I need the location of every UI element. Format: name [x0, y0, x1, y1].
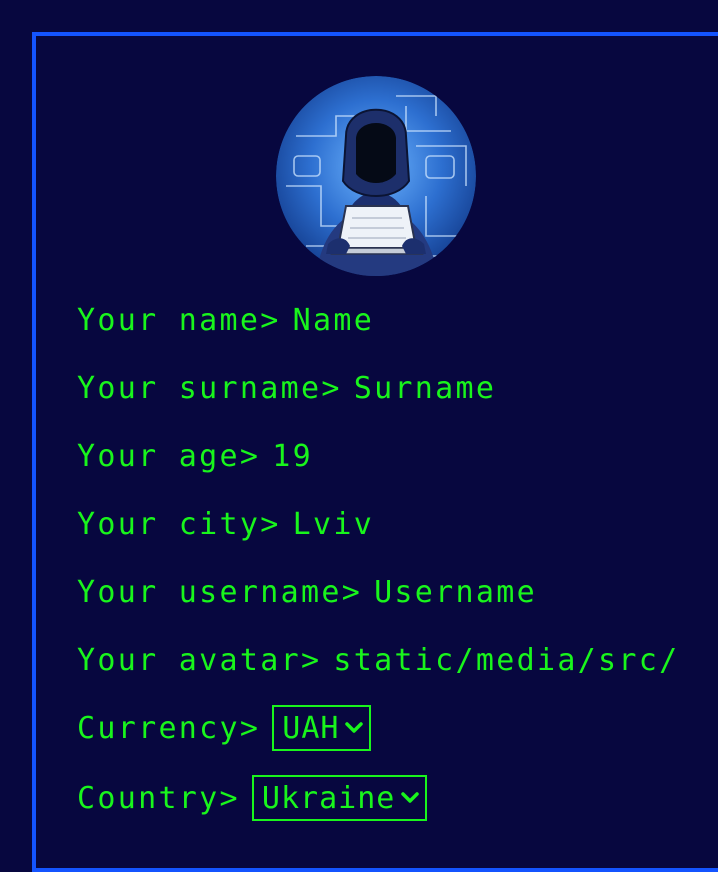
hacker-avatar-icon [276, 76, 476, 276]
surname-row: Your surname> Surname [77, 368, 496, 408]
city-label: Your city> [77, 506, 281, 542]
name-field[interactable]: Name [293, 303, 374, 338]
age-row: Your age> 19 [77, 436, 313, 476]
age-label: Your age> [77, 438, 261, 474]
country-label: Country> [77, 780, 240, 816]
age-field[interactable]: 19 [272, 439, 313, 474]
currency-select[interactable]: UAH [272, 705, 372, 751]
username-field[interactable]: Username [374, 575, 537, 610]
country-select[interactable]: Ukraine [251, 775, 428, 821]
currency-label: Currency> [77, 710, 261, 746]
chevron-down-icon [345, 722, 364, 733]
surname-label: Your surname> [77, 370, 342, 406]
avatar-row: Your avatar> static/media/src/s [77, 640, 679, 680]
name-row: Your name> Name [77, 300, 374, 340]
username-row: Your username> Username [77, 572, 537, 612]
name-label: Your name> [77, 302, 281, 338]
city-row: Your city> Lviv [77, 504, 374, 544]
country-selected-value: Ukraine [261, 780, 396, 816]
username-label: Your username> [77, 574, 363, 610]
avatar-path-field[interactable]: static/media/src/s [333, 643, 679, 678]
country-row: Country> Ukraine [77, 775, 428, 821]
currency-selected-value: UAH [282, 710, 340, 746]
surname-field[interactable]: Surname [354, 371, 497, 406]
city-field[interactable]: Lviv [293, 507, 374, 542]
avatar-label: Your avatar> [77, 642, 322, 678]
chevron-down-icon [401, 792, 420, 803]
currency-row: Currency> UAH [77, 705, 372, 751]
